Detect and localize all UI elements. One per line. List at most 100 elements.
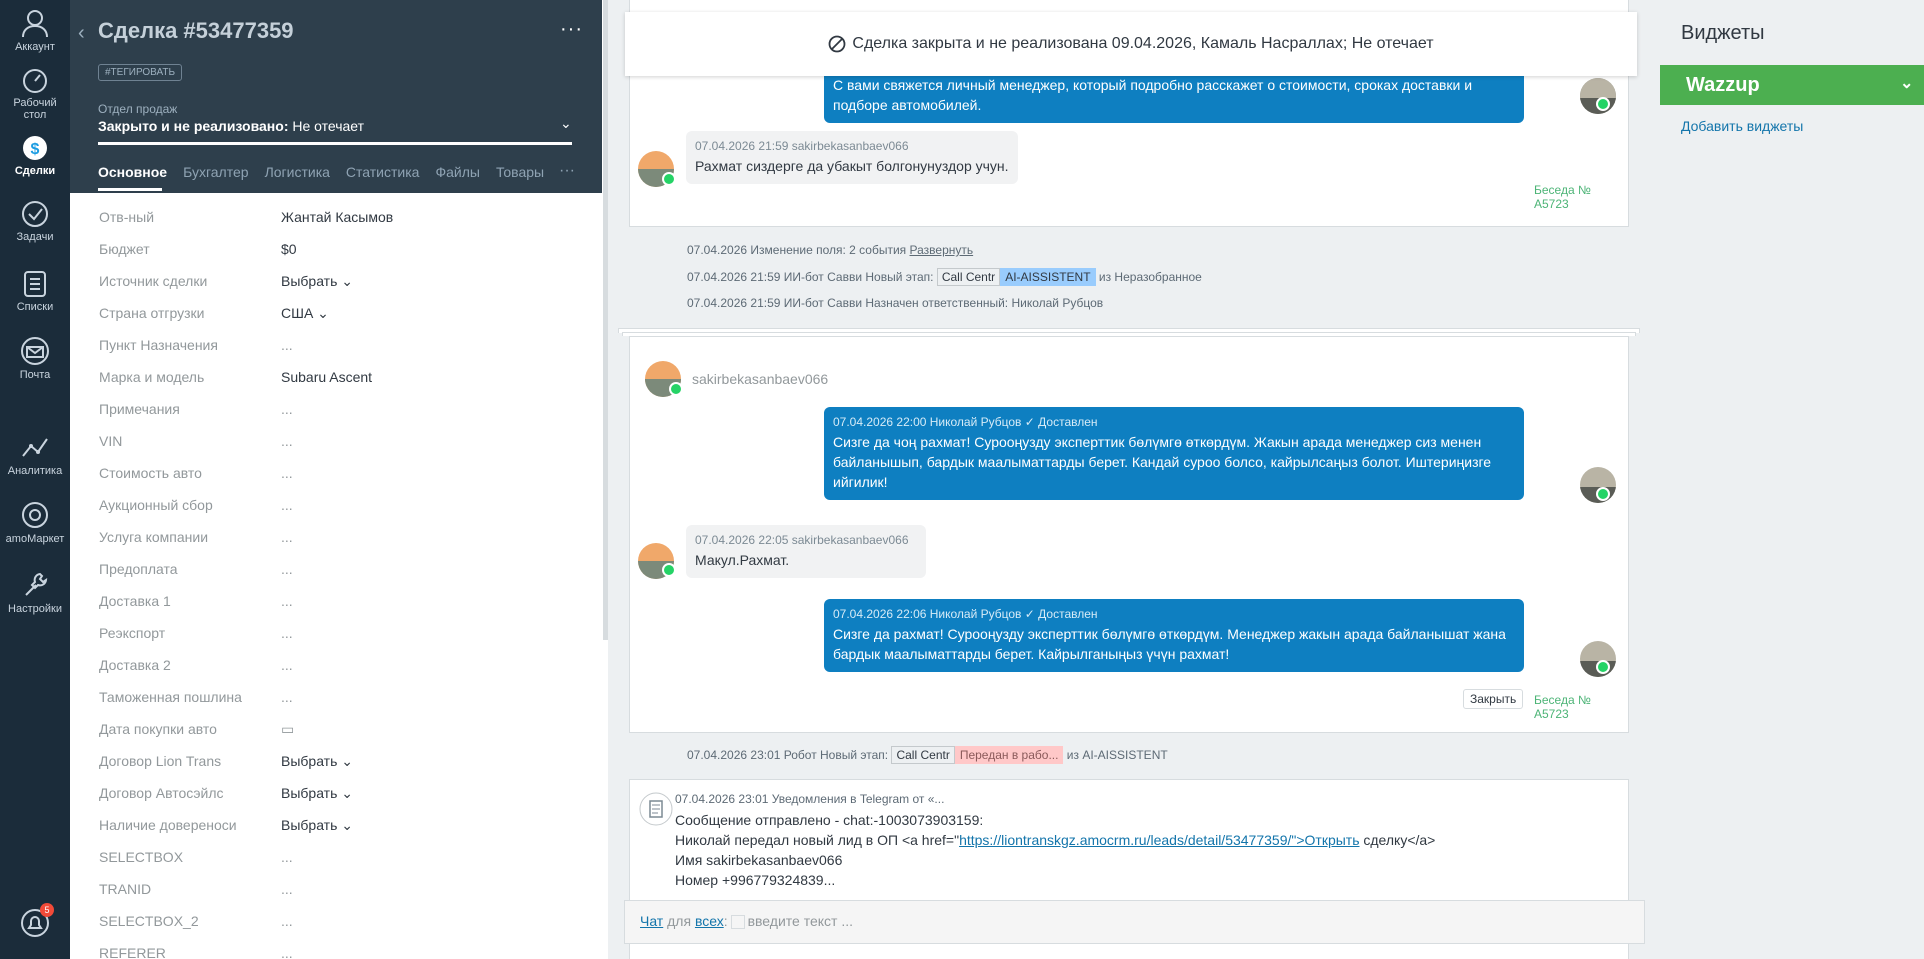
tab-files[interactable]: Файлы	[435, 164, 479, 180]
tab-accounting[interactable]: Бухгалтер	[183, 164, 248, 180]
field-value[interactable]: ...	[281, 913, 293, 929]
recipient-select[interactable]	[730, 915, 745, 930]
field-value[interactable]: $0	[281, 241, 297, 257]
tab-logistics[interactable]: Логистика	[265, 164, 330, 180]
field-row[interactable]: Аукционный сбор...	[70, 489, 602, 521]
status-reason: Не отечает	[288, 118, 365, 134]
field-row[interactable]: TRANID...	[70, 873, 602, 905]
field-row[interactable]: Бюджет $0	[70, 233, 602, 265]
field-value[interactable]: Subaru Ascent	[281, 369, 372, 385]
more-dots-icon[interactable]: ···	[560, 18, 583, 41]
chat-input-bar[interactable]: Чат для всех: введите текст ...	[624, 900, 1645, 944]
field-value[interactable]: ...	[281, 401, 293, 417]
field-row[interactable]: REFERER...	[70, 937, 602, 959]
deal-title[interactable]: Сделка #53477359	[98, 18, 294, 44]
nav-lists[interactable]: Списки	[0, 270, 70, 313]
field-label: SELECTBOX_2	[99, 913, 199, 929]
tab-main[interactable]: Основное	[98, 164, 167, 180]
expand-link[interactable]: Развернуть	[910, 243, 974, 257]
chat-placeholder[interactable]: введите текст ...	[748, 913, 853, 929]
field-row[interactable]: Пункт Назначения...	[70, 329, 602, 361]
field-row[interactable]: Договор Автосэйлс Выбрать ⌄	[70, 777, 602, 809]
nav-settings[interactable]: Настройки	[0, 570, 70, 615]
field-row[interactable]: Отв-ный Жантай Касымов	[70, 201, 602, 233]
nav-label: Настройки	[8, 603, 62, 615]
tab-products[interactable]: Товары	[496, 164, 544, 180]
field-value[interactable]: Выбрать ⌄	[281, 273, 353, 290]
conversation-link[interactable]: Беседа № A5723	[1534, 693, 1628, 721]
add-widgets-link[interactable]: Добавить виджеты	[1681, 118, 1803, 134]
tag-button[interactable]: #ТЕГИРОВАТЬ	[98, 64, 183, 81]
field-row[interactable]: Доставка 2...	[70, 649, 602, 681]
close-conversation-button[interactable]: Закрыть	[1463, 689, 1524, 709]
nav-dashboard[interactable]: Рабочий стол	[0, 68, 70, 121]
message-text: Сизге да чоң рахмат! Суроoңузду экспертт…	[833, 434, 1492, 490]
nav-mail[interactable]: Почта	[0, 336, 70, 381]
field-value[interactable]: Выбрать ⌄	[281, 753, 353, 770]
message-meta: 07.04.2026 22:06 Николай Рубцов ✓ Достав…	[833, 607, 1098, 621]
field-value[interactable]: Выбрать ⌄	[281, 785, 353, 802]
field-value[interactable]: Жантай Касымов	[281, 209, 393, 225]
field-value[interactable]: ...	[281, 689, 293, 705]
field-value[interactable]: ...	[281, 625, 293, 641]
field-value[interactable]: ...	[281, 433, 293, 449]
field-value[interactable]: ▭	[281, 721, 294, 738]
wazzup-label: Wazzup	[1686, 74, 1760, 96]
nav-deals[interactable]: $ Сделки	[0, 132, 70, 177]
field-value[interactable]: ...	[281, 337, 293, 353]
nav-label: Сделки	[14, 165, 56, 177]
field-value[interactable]: ...	[281, 849, 293, 865]
field-value[interactable]: ...	[281, 465, 293, 481]
nav-account[interactable]: Аккаунт	[0, 8, 70, 53]
back-arrow-icon[interactable]: ‹	[78, 22, 85, 45]
field-row[interactable]: Страна отгрузки США ⌄	[70, 297, 602, 329]
field-row[interactable]: Реэкспорт...	[70, 617, 602, 649]
nav-analytics[interactable]: Аналитика	[0, 432, 70, 477]
status-select[interactable]: Закрыто и не реализовано: Не отечает	[98, 118, 364, 134]
conversation-contact-name[interactable]: sakirbekasanbaev066	[692, 371, 828, 387]
field-row[interactable]: Таможенная пошлина...	[70, 681, 602, 713]
field-row[interactable]: VIN...	[70, 425, 602, 457]
field-row[interactable]: SELECTBOX_2...	[70, 905, 602, 937]
chat-recipient-link[interactable]: всех	[695, 913, 724, 929]
wazzup-widget[interactable]: Wazzup ⌄	[1660, 65, 1924, 105]
nav-label: amoМаркет	[5, 533, 65, 545]
field-row[interactable]: Договор Lion Trans Выбрать ⌄	[70, 745, 602, 777]
field-value[interactable]: ...	[281, 561, 293, 577]
nav-notifications[interactable]	[0, 908, 70, 941]
tabs-more-icon[interactable]: ···	[559, 162, 575, 180]
nav-tasks[interactable]: Задачи	[0, 200, 70, 243]
chevron-down-icon[interactable]: ⌄	[560, 115, 572, 132]
conversation-link[interactable]: Беседа № A5723	[1534, 183, 1628, 211]
user-icon	[22, 10, 48, 38]
field-value[interactable]: ...	[281, 657, 293, 673]
field-row[interactable]: Доставка 1...	[70, 585, 602, 617]
field-row[interactable]: Наличие довереноси Выбрать ⌄	[70, 809, 602, 841]
feed: С вами свяжется личный менеджер, который…	[608, 0, 1648, 959]
chat-mode-link[interactable]: Чат	[640, 913, 663, 929]
field-value[interactable]: ...	[281, 497, 293, 513]
field-row[interactable]: SELECTBOX...	[70, 841, 602, 873]
event-field-change: 07.04.2026 Изменение поля: 2 события Раз…	[687, 243, 973, 257]
nav-market[interactable]: amoМаркет	[0, 500, 70, 545]
field-row[interactable]: Марка и модель Subaru Ascent	[70, 361, 602, 393]
field-value[interactable]: ...	[281, 593, 293, 609]
field-row[interactable]: Дата покупки авто ▭	[70, 713, 602, 745]
nav-label: Аналитика	[7, 465, 63, 477]
field-row[interactable]: Стоимость авто...	[70, 457, 602, 489]
field-value[interactable]: США ⌄	[281, 305, 329, 322]
deal-link[interactable]: https://liontranskgz.amocrm.ru/leads/det…	[959, 832, 1359, 848]
market-icon	[22, 502, 48, 528]
chat-for-label: для	[663, 913, 695, 929]
field-value[interactable]: ...	[281, 881, 293, 897]
field-row[interactable]: Источник сделки Выбрать ⌄	[70, 265, 602, 297]
field-row[interactable]: Предоплата...	[70, 553, 602, 585]
field-value[interactable]: Выбрать ⌄	[281, 817, 353, 834]
field-row[interactable]: Услуга компании...	[70, 521, 602, 553]
chevron-down-icon[interactable]: ⌄	[1900, 73, 1913, 93]
field-value[interactable]: ...	[281, 945, 293, 959]
field-row[interactable]: Примечания...	[70, 393, 602, 425]
field-value[interactable]: ...	[281, 529, 293, 545]
event-text: 07.04.2026 23:01 Робот Новый этап:	[687, 748, 889, 762]
tab-statistics[interactable]: Статистика	[346, 164, 420, 180]
